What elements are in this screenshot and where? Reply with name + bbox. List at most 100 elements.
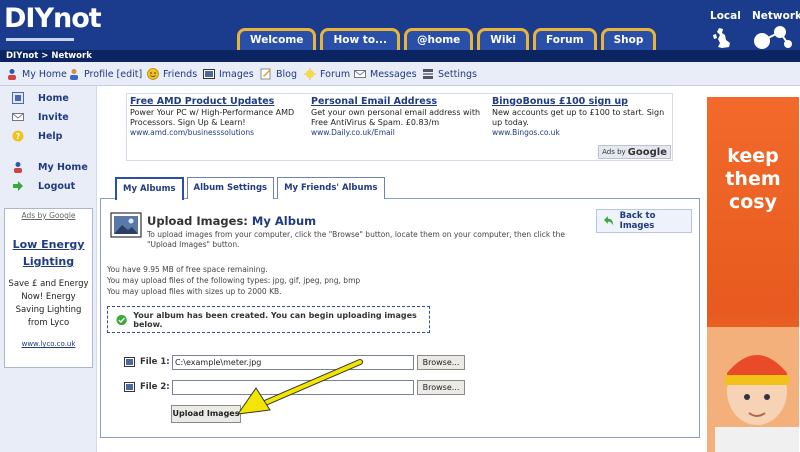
upload-images-icon	[110, 212, 142, 238]
toolbar-my-home[interactable]: My Home	[6, 67, 67, 81]
sidebar-item-label: Home	[38, 92, 69, 104]
svg-text:?: ?	[16, 132, 21, 141]
toolbar-label: My Home	[22, 68, 67, 80]
smiley-icon	[147, 68, 159, 80]
toolbar-label: Profile [edit]	[84, 68, 143, 80]
ad-item: BingoBonus £100 sign up New accounts get…	[492, 96, 667, 138]
ad-url[interactable]: www.Daily.co.uk/Email	[311, 128, 486, 138]
site-logo[interactable]: DIYnot	[4, 2, 102, 36]
toolbar-messages[interactable]: Messages	[354, 67, 417, 81]
toolbar-label: Images	[219, 68, 254, 80]
sidebar-item-help[interactable]: ? Help	[12, 129, 62, 143]
sidebar-item-label: Help	[38, 130, 63, 142]
tab-friends-albums[interactable]: My Friends' Albums	[277, 177, 385, 199]
tab-album-settings[interactable]: Album Settings	[186, 177, 275, 199]
file-2-browse-button[interactable]: Browse...	[417, 379, 465, 395]
ads-by-label: Ads by	[602, 148, 626, 156]
ad-url[interactable]: www.amd.com/businesssolutions	[130, 128, 305, 138]
image-file-icon	[124, 357, 135, 367]
help-icon: ?	[12, 130, 24, 142]
home-icon	[8, 69, 16, 80]
file-size-info: You may upload files with sizes up to 20…	[107, 287, 282, 296]
toolbar-label: Blog	[276, 68, 297, 80]
uk-map-icon[interactable]	[710, 26, 734, 50]
toolbar-settings[interactable]: Settings	[422, 67, 477, 81]
messages-icon	[354, 70, 366, 78]
ad-title[interactable]: BingoBonus £100 sign up	[492, 96, 667, 108]
toolbar-blog[interactable]: Blog	[260, 67, 297, 81]
sidebar-item-logout[interactable]: Logout	[12, 179, 75, 193]
image-file-icon	[124, 382, 135, 392]
check-circle-icon	[116, 314, 127, 325]
annotation-arrow	[236, 359, 363, 415]
logo-underline	[6, 38, 74, 41]
toolbar-forum[interactable]: Forum	[304, 67, 350, 81]
back-to-images-button[interactable]: Back to Images	[596, 209, 692, 233]
nav-tab-shop[interactable]: Shop	[600, 28, 657, 50]
sidebar-item-label: Logout	[38, 180, 76, 192]
notice-text: Your album has been created. You can beg…	[133, 310, 417, 329]
ad-item: Free AMD Product Updates Power Your PC w…	[130, 96, 305, 138]
ads-by-google-link[interactable]: Ads by Google	[5, 211, 92, 220]
sidebar-ad-title[interactable]: Low Energy Lighting	[5, 236, 92, 270]
ads-by-google-badge[interactable]: Ads by Google	[598, 145, 671, 159]
ad-text: New accounts get up to £100 to start. Si…	[492, 108, 665, 127]
file-1-browse-button[interactable]: Browse...	[417, 354, 465, 370]
invite-icon	[12, 113, 24, 121]
ad-url[interactable]: www.Bingos.co.uk	[492, 128, 667, 138]
album-name: My Album	[251, 214, 317, 228]
local-link[interactable]: Local	[710, 10, 741, 22]
toolbar-label: Settings	[438, 68, 477, 80]
upload-description: To upload images from your computer, cli…	[147, 230, 565, 249]
baby-photo-icon	[707, 327, 799, 452]
network-link[interactable]: Network	[752, 10, 800, 22]
ad-title[interactable]: Personal Email Address	[311, 96, 486, 108]
banner-ad-text: keep them cosy	[725, 145, 781, 213]
ad-text: Get your own personal email address with…	[311, 108, 481, 127]
toolbar-label: Forum	[320, 68, 351, 80]
file-1-label: File 1:	[140, 357, 170, 367]
upload-images-button[interactable]: Upload Images	[171, 405, 241, 423]
toolbar-label: Friends	[163, 68, 198, 80]
sidebar-ad-text: Save £ and Energy Now! Energy Saving Lig…	[8, 279, 89, 328]
nav-tab-home[interactable]: @home	[404, 28, 474, 50]
right-banner-ad[interactable]: keep them cosy	[707, 97, 799, 452]
profile-icon	[70, 69, 78, 80]
forum-icon	[304, 68, 316, 80]
network-icon[interactable]	[750, 24, 794, 52]
images-icon	[203, 69, 215, 79]
sidebar-item-invite[interactable]: Invite	[12, 110, 69, 124]
sidebar-ad-url[interactable]: www.lyco.co.uk	[5, 340, 92, 348]
blog-icon	[260, 68, 271, 80]
breadcrumb: DIYnot > Network	[0, 50, 800, 62]
left-sidebar: Home Invite ? Help My Home Logout Ads by…	[0, 86, 97, 452]
file-row-2: File 2: Browse...	[124, 379, 465, 395]
tab-my-albums[interactable]: My Albums	[115, 177, 184, 200]
home-icon	[12, 92, 24, 104]
sidebar-ad: Ads by Google Low Energy Lighting Save £…	[4, 208, 93, 368]
toolbar-images[interactable]: Images	[203, 67, 254, 81]
top-ad-block: Free AMD Product Updates Power Your PC w…	[126, 93, 673, 161]
settings-icon	[423, 69, 433, 79]
file-types-info: You may upload files of the following ty…	[107, 276, 361, 285]
nav-tab-forum[interactable]: Forum	[533, 28, 597, 50]
file-row-1: File 1: Browse...	[124, 354, 465, 370]
back-to-images-label: Back to Images	[619, 211, 656, 231]
sidebar-item-my-home[interactable]: My Home	[12, 160, 88, 174]
sidebar-item-label: Invite	[38, 111, 69, 123]
user-toolbar: My Home Profile [edit] Friends Images Bl…	[0, 62, 800, 86]
user-icon	[14, 162, 22, 173]
file-2-label: File 2:	[140, 382, 170, 392]
nav-tab-wiki[interactable]: Wiki	[477, 28, 530, 50]
nav-tab-welcome[interactable]: Welcome	[237, 28, 317, 50]
sidebar-item-label: My Home	[38, 161, 88, 173]
nav-tab-how-to[interactable]: How to...	[320, 28, 400, 50]
main-nav: Welcome How to... @home Wiki Forum Shop	[237, 28, 657, 50]
toolbar-profile[interactable]: Profile [edit]	[68, 67, 142, 81]
sidebar-item-home[interactable]: Home	[12, 91, 69, 105]
toolbar-label: Messages	[370, 68, 417, 80]
toolbar-friends[interactable]: Friends	[147, 67, 197, 81]
back-arrow-icon	[603, 216, 614, 226]
ad-item: Personal Email Address Get your own pers…	[311, 96, 486, 138]
ad-title[interactable]: Free AMD Product Updates	[130, 96, 305, 108]
